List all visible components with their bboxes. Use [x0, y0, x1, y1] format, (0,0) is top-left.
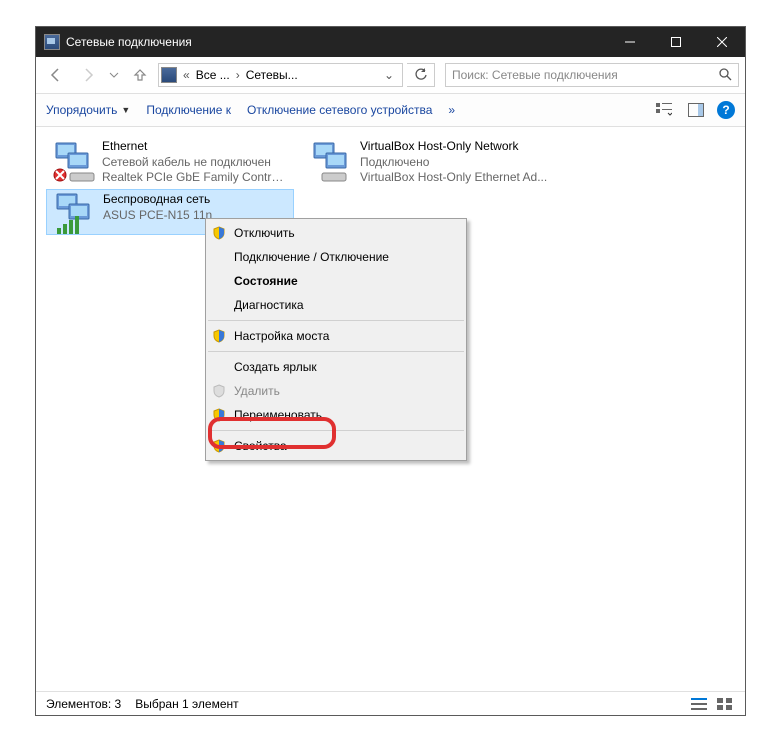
- chevron-right-icon: ›: [233, 68, 243, 82]
- menu-rename[interactable]: Переименовать: [206, 403, 466, 427]
- adapter-device: ASUS PCE-N15 11n: [103, 208, 212, 224]
- recent-dropdown[interactable]: [106, 61, 122, 89]
- virtualbox-icon: [308, 139, 354, 183]
- search-input[interactable]: Поиск: Сетевые подключения: [445, 63, 739, 87]
- menu-properties[interactable]: Свойства: [206, 434, 466, 458]
- menu-bridge[interactable]: Настройка моста: [206, 324, 466, 348]
- back-button[interactable]: [42, 61, 70, 89]
- menu-status[interactable]: Состояние: [206, 269, 466, 293]
- adapter-ethernet[interactable]: Ethernet Сетевой кабель не подключен Rea…: [46, 137, 294, 188]
- adapter-name: VirtualBox Host-Only Network: [360, 139, 547, 155]
- disable-device-button[interactable]: Отключение сетевого устройства: [247, 103, 432, 117]
- maximize-button[interactable]: [653, 27, 699, 57]
- address-row: « Все ... › Сетевы... ⌄ Поиск: Сетевые п…: [36, 57, 745, 93]
- preview-pane-button[interactable]: [685, 99, 707, 121]
- location-icon: [161, 67, 177, 83]
- ethernet-icon: [50, 139, 96, 183]
- menu-separator: [208, 320, 464, 321]
- adapter-status: Сетевой кабель не подключен: [102, 155, 290, 171]
- connect-to-button[interactable]: Подключение к: [146, 103, 231, 117]
- window-controls: [607, 27, 745, 57]
- icons-view-button[interactable]: [715, 696, 735, 712]
- shield-icon: [210, 327, 228, 345]
- adapter-device: VirtualBox Host-Only Ethernet Ad...: [360, 170, 547, 186]
- toolbar-right: ?: [653, 99, 735, 121]
- breadcrumb-seg1[interactable]: Все ...: [196, 68, 230, 82]
- adapter-name: Ethernet: [102, 139, 290, 155]
- menu-disable[interactable]: Отключить: [206, 221, 466, 245]
- menu-connect[interactable]: Подключение / Отключение: [206, 245, 466, 269]
- refresh-button[interactable]: [407, 63, 435, 87]
- adapter-device: Realtek PCIe GbE Family Controller: [102, 170, 290, 186]
- adapter-info: Ethernet Сетевой кабель не подключен Rea…: [102, 139, 290, 186]
- menu-delete: Удалить: [206, 379, 466, 403]
- titlebar[interactable]: Сетевые подключения: [36, 27, 745, 57]
- search-icon: [718, 67, 732, 84]
- breadcrumb-seg2[interactable]: Сетевы...: [246, 68, 298, 82]
- item-count: Элементов: 3: [46, 697, 121, 711]
- shield-icon: [210, 406, 228, 424]
- forward-button[interactable]: [74, 61, 102, 89]
- minimize-button[interactable]: [607, 27, 653, 57]
- address-dropdown-icon[interactable]: ⌄: [378, 68, 400, 82]
- adapter-status: Подключено: [360, 155, 547, 171]
- more-button[interactable]: »: [448, 103, 455, 117]
- context-menu: Отключить Подключение / Отключение Состо…: [205, 218, 467, 461]
- menu-diagnose[interactable]: Диагностика: [206, 293, 466, 317]
- help-button[interactable]: ?: [717, 101, 735, 119]
- adapter-virtualbox[interactable]: VirtualBox Host-Only Network Подключено …: [304, 137, 552, 188]
- adapter-name: Беспроводная сеть: [103, 192, 212, 208]
- details-view-button[interactable]: [689, 696, 709, 712]
- menu-separator: [208, 351, 464, 352]
- shield-icon: [210, 437, 228, 455]
- window-icon: [44, 34, 60, 50]
- wireless-icon: [51, 192, 97, 236]
- shield-icon: [210, 382, 228, 400]
- shield-icon: [210, 224, 228, 242]
- statusbar: Элементов: 3 Выбран 1 элемент: [36, 691, 745, 715]
- view-options-button[interactable]: [653, 99, 675, 121]
- window-title: Сетевые подключения: [66, 35, 192, 49]
- dropdown-icon: ▼: [121, 105, 130, 115]
- menu-separator: [208, 430, 464, 431]
- selection-info: Выбран 1 элемент: [135, 697, 238, 711]
- adapter-info: VirtualBox Host-Only Network Подключено …: [360, 139, 547, 186]
- adapter-info: Беспроводная сеть ASUS PCE-N15 11n: [103, 192, 212, 232]
- organize-button[interactable]: Упорядочить ▼: [46, 103, 130, 117]
- address-bar[interactable]: « Все ... › Сетевы... ⌄: [158, 63, 403, 87]
- search-placeholder: Поиск: Сетевые подключения: [452, 68, 618, 82]
- toolbar: Упорядочить ▼ Подключение к Отключение с…: [36, 93, 745, 127]
- chevron-icon: «: [180, 68, 193, 82]
- view-switcher: [689, 696, 735, 712]
- close-button[interactable]: [699, 27, 745, 57]
- up-button[interactable]: [126, 61, 154, 89]
- menu-shortcut[interactable]: Создать ярлык: [206, 355, 466, 379]
